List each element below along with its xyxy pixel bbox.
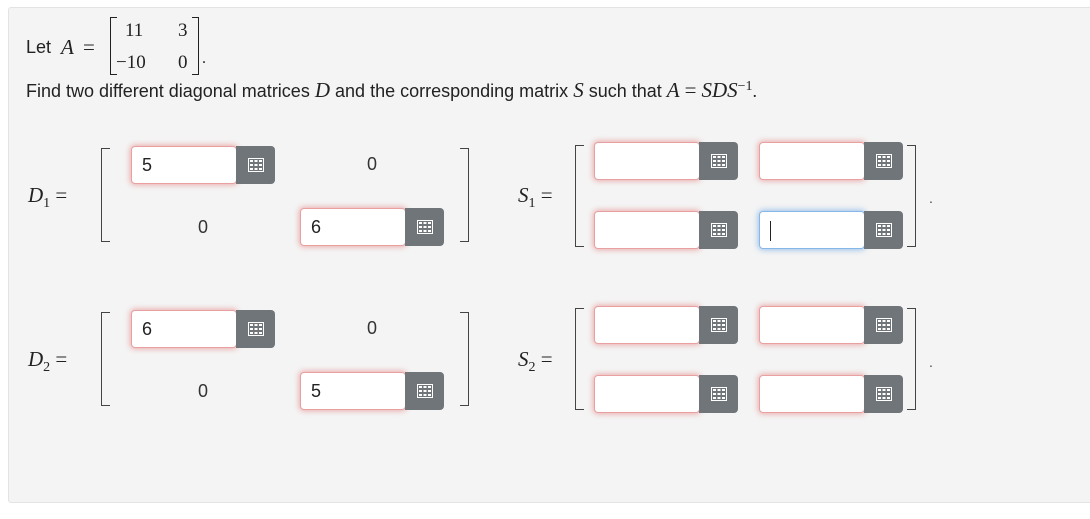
d2-right-bracket	[460, 312, 469, 406]
d1-left-bracket	[101, 148, 110, 242]
d1-r1c2-value: 0	[367, 154, 378, 174]
instruction-part-1: Find two different diagonal matrices	[26, 81, 310, 101]
d1-r2c1-value: 0	[198, 217, 209, 237]
matrix-grid-icon	[247, 322, 264, 336]
instruction-s-symbol: S	[573, 78, 584, 102]
s2-symbol: S	[518, 347, 529, 371]
s1-label: S1 =	[518, 183, 553, 212]
matrix-a-r2c2: 0	[178, 52, 188, 73]
matrix-grid-icon	[875, 387, 892, 401]
s2-r1c1-grid-button[interactable]	[699, 306, 738, 344]
matrix-a-r2c1: −10	[116, 52, 146, 73]
text-caret	[770, 221, 771, 242]
s1-r1c2-input[interactable]	[759, 142, 865, 180]
d2-r1c1-grid-button[interactable]	[236, 310, 275, 348]
d2-r2c2-grid-button[interactable]	[405, 372, 444, 410]
s1-left-bracket	[575, 145, 584, 247]
matrix-grid-icon	[416, 220, 433, 234]
s1-r1c1-input[interactable]	[594, 142, 700, 180]
s1-equals: =	[540, 183, 553, 207]
s2-r1c1-input[interactable]	[594, 306, 700, 344]
equation-exponent: −1	[737, 79, 753, 94]
matrix-grid-icon	[247, 158, 264, 172]
s1-r2c1-input[interactable]	[594, 211, 700, 249]
matrix-a-period: .	[202, 50, 206, 67]
d1-label: D1 =	[28, 183, 67, 212]
s2-r2c1-input[interactable]	[594, 375, 700, 413]
d2-label: D2 =	[28, 347, 67, 376]
instruction-part-3: such that	[588, 81, 662, 101]
d2-r1c2-value: 0	[367, 318, 378, 338]
s1-r1c1-grid-button[interactable]	[699, 142, 738, 180]
d1-r1c1-input[interactable]: 5	[131, 146, 237, 184]
equation-period: .	[752, 81, 758, 101]
d2-r2c2-input[interactable]: 5	[300, 372, 406, 410]
s1-symbol: S	[518, 183, 529, 207]
matrix-grid-icon	[416, 384, 433, 398]
s2-r1c2-input[interactable]	[759, 306, 865, 344]
d1-r2c2-input[interactable]: 6	[300, 208, 406, 246]
matrix-a-right-bracket	[192, 17, 199, 75]
s2-left-bracket	[575, 308, 584, 410]
d2-r2c1-value: 0	[198, 381, 209, 401]
d1-equals: =	[55, 183, 68, 207]
instruction-part-2: and the corresponding matrix	[335, 81, 569, 101]
s2-right-bracket	[907, 308, 916, 410]
s1-subscript: 1	[528, 196, 536, 212]
s2-r2c1-grid-button[interactable]	[699, 375, 738, 413]
instruction-text: Find two different diagonal matrices D a…	[26, 78, 757, 103]
matrix-grid-icon	[710, 223, 727, 237]
d2-equals: =	[55, 347, 68, 371]
s1-period: .	[929, 190, 933, 206]
matrix-a-r1c1: 11	[125, 20, 144, 41]
s1-right-bracket	[907, 145, 916, 247]
s2-label: S2 =	[518, 347, 553, 376]
d1-symbol: D	[28, 183, 44, 207]
s1-r2c1-grid-button[interactable]	[699, 211, 738, 249]
d2-subscript: 2	[43, 360, 51, 376]
s2-period: .	[929, 354, 933, 370]
matrix-a-equals: =	[83, 35, 95, 59]
s1-r2c2-grid-button[interactable]	[864, 211, 903, 249]
equation-equals: =	[684, 78, 697, 102]
matrix-a-r1c2: 3	[178, 20, 188, 41]
matrix-grid-icon	[875, 223, 892, 237]
s2-r1c2-grid-button[interactable]	[864, 306, 903, 344]
d2-r1c1-input[interactable]: 6	[131, 310, 237, 348]
d1-right-bracket	[460, 148, 469, 242]
matrix-grid-icon	[875, 154, 892, 168]
s2-r2c2-grid-button[interactable]	[864, 375, 903, 413]
d1-r2c2-grid-button[interactable]	[405, 208, 444, 246]
s2-equals: =	[540, 347, 553, 371]
s2-r2c2-input[interactable]	[759, 375, 865, 413]
matrix-grid-icon	[710, 154, 727, 168]
d2-symbol: D	[28, 347, 44, 371]
d2-left-bracket	[101, 312, 110, 406]
d1-subscript: 1	[43, 196, 51, 212]
instruction-d-symbol: D	[314, 78, 331, 102]
equation-rhs: SDS	[701, 78, 738, 102]
let-label: Let	[26, 37, 52, 57]
matrix-grid-icon	[875, 318, 892, 332]
matrix-grid-icon	[710, 318, 727, 332]
matrix-grid-icon	[710, 387, 727, 401]
d1-r1c1-grid-button[interactable]	[236, 146, 275, 184]
s1-r1c2-grid-button[interactable]	[864, 142, 903, 180]
equation-lhs: A	[666, 78, 680, 102]
s2-subscript: 2	[528, 360, 536, 376]
s1-r2c2-input[interactable]	[759, 211, 865, 249]
matrix-a-symbol: A	[61, 35, 74, 59]
